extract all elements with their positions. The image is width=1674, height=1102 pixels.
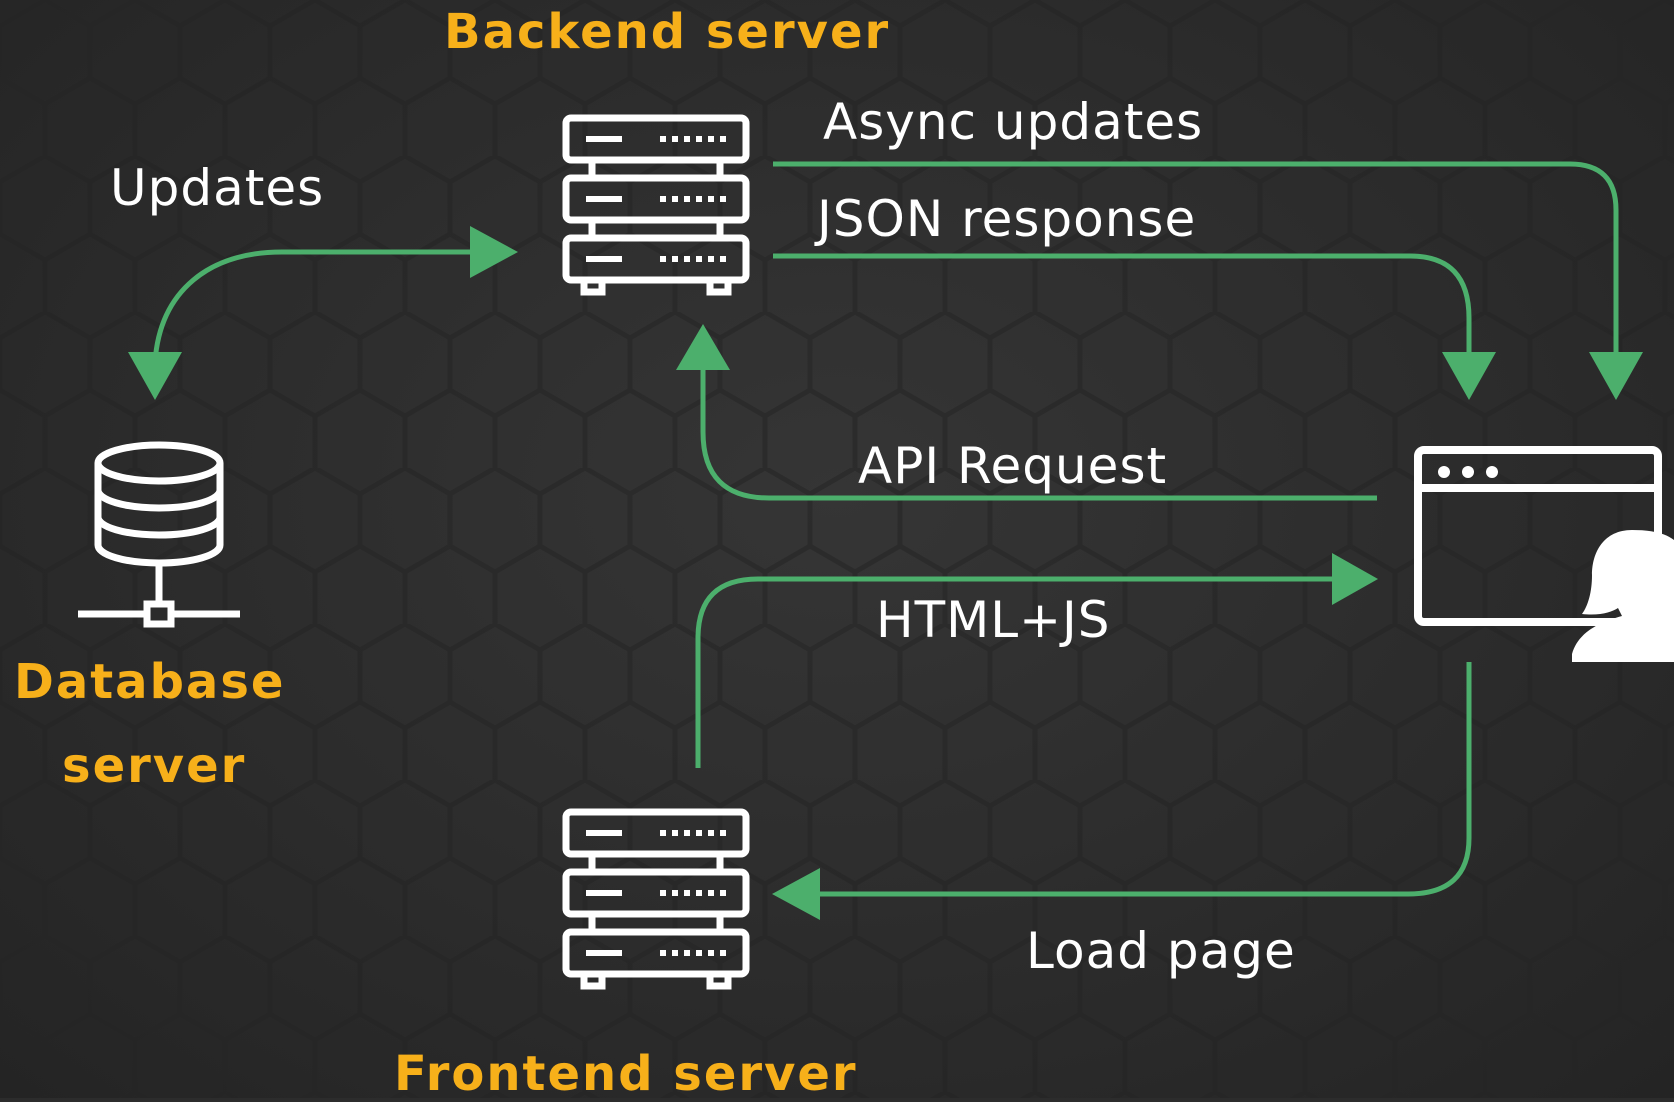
- json-response-label: JSON response: [817, 190, 1197, 248]
- diagram-canvas: Backend server Database server Frontend …: [0, 0, 1674, 1098]
- database-server-title-line1: Database: [14, 654, 286, 710]
- database-server-title-line2: server: [62, 738, 247, 794]
- frontend-server-title: Frontend server: [394, 1046, 858, 1102]
- async-updates-label: Async updates: [823, 93, 1204, 151]
- load-page-label: Load page: [1026, 922, 1296, 980]
- api-request-label: API Request: [858, 437, 1168, 495]
- html-js-label: HTML+JS: [876, 591, 1111, 649]
- updates-label: Updates: [110, 159, 325, 217]
- backend-server-title: Backend server: [444, 4, 891, 60]
